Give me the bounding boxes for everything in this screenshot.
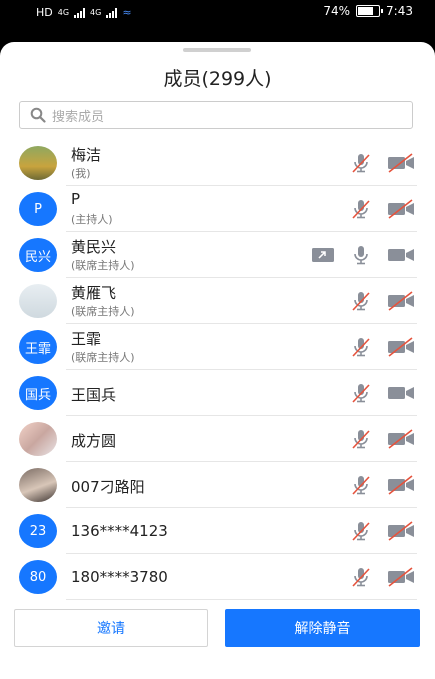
mic-muted-icon[interactable] (350, 474, 372, 500)
member-row[interactable]: P P (主持人) (0, 186, 435, 232)
camera-off-icon[interactable] (387, 198, 415, 224)
member-role: (主持人) (71, 213, 113, 226)
camera-off-icon[interactable] (387, 152, 415, 178)
member-name: 180****3780 (71, 568, 168, 586)
avatar (19, 468, 57, 502)
member-row[interactable]: 成方圆 (0, 416, 435, 462)
mic-icon[interactable] (350, 244, 372, 270)
search-icon (30, 107, 46, 123)
app-notification-icon: ≈ (122, 6, 132, 19)
member-row[interactable]: 007刁路阳 (0, 462, 435, 508)
status-left: HD 4G 4G ≈ (36, 6, 132, 19)
members-sheet: 成员(299人) 搜索成员 梅洁 (我) P P (主持人) 民兴 黄民兴 (联席主持人) 黄雁… (0, 42, 435, 679)
camera-icon[interactable] (387, 244, 415, 270)
mic-muted-icon[interactable] (350, 290, 372, 316)
signal-icon-2 (106, 7, 118, 18)
member-row[interactable]: 国兵 王国兵 (0, 370, 435, 416)
camera-off-icon[interactable] (387, 428, 415, 454)
clock: 7:43 (386, 4, 413, 18)
member-name: 成方圆 (71, 432, 117, 450)
camera-off-icon[interactable] (387, 290, 415, 316)
member-row[interactable]: 23 136****4123 (0, 508, 435, 554)
camera-off-icon[interactable] (387, 474, 415, 500)
member-list: 梅洁 (我) P P (主持人) 民兴 黄民兴 (联席主持人) 黄雁飞 (联席主持人) 王霏 王霏 (联… (0, 140, 435, 600)
member-name: 王国兵 (71, 386, 117, 404)
avatar: 民兴 (19, 238, 57, 272)
member-role: (联席主持人) (71, 259, 135, 272)
member-role: (我) (71, 167, 91, 180)
camera-off-icon[interactable] (387, 566, 415, 592)
member-name: 黄民兴 (71, 238, 117, 256)
battery-percent: 74% (323, 4, 351, 18)
member-role: (联席主持人) (71, 351, 135, 364)
avatar: 23 (19, 514, 57, 548)
status-bar: HD 4G 4G ≈ 74% 7:43 (0, 0, 435, 26)
mic-muted-icon[interactable] (350, 566, 372, 592)
avatar: 国兵 (19, 376, 57, 410)
hd-indicator: HD (36, 6, 53, 19)
battery-icon (356, 5, 384, 17)
page-title: 成员(299人) (163, 68, 272, 90)
row-divider (66, 599, 417, 600)
avatar (19, 422, 57, 456)
unmute-all-button[interactable]: 解除静音 (225, 609, 420, 647)
member-name: 黄雁飞 (71, 284, 117, 302)
screen-share-icon[interactable] (311, 244, 335, 270)
search-placeholder: 搜索成员 (52, 109, 105, 125)
member-name: 007刁路阳 (71, 478, 145, 496)
mic-muted-icon[interactable] (350, 520, 372, 546)
camera-off-icon[interactable] (387, 520, 415, 546)
member-row[interactable]: 80 180****3780 (0, 554, 435, 600)
signal-icon (74, 7, 86, 18)
member-row[interactable]: 王霏 王霏 (联席主持人) (0, 324, 435, 370)
status-right: 74% 7:43 (323, 4, 413, 18)
member-row[interactable]: 梅洁 (我) (0, 140, 435, 186)
avatar: 80 (19, 560, 57, 594)
mic-muted-icon[interactable] (350, 382, 372, 408)
member-name: 梅洁 (71, 146, 102, 164)
invite-button[interactable]: 邀请 (14, 609, 208, 647)
mic-muted-icon[interactable] (350, 198, 372, 224)
member-name: P (71, 190, 81, 208)
member-name: 王霏 (71, 330, 102, 348)
mic-muted-icon[interactable] (350, 152, 372, 178)
mic-muted-icon[interactable] (350, 428, 372, 454)
avatar (19, 284, 57, 318)
avatar (19, 146, 57, 180)
camera-icon[interactable] (387, 382, 415, 408)
avatar: 王霏 (19, 330, 57, 364)
member-row[interactable]: 黄雁飞 (联席主持人) (0, 278, 435, 324)
search-input[interactable]: 搜索成员 (19, 101, 413, 129)
avatar: P (19, 192, 57, 226)
network-4g-2: 4G (90, 8, 102, 17)
drag-handle[interactable] (183, 48, 251, 52)
member-role: (联席主持人) (71, 305, 135, 318)
member-row[interactable]: 民兴 黄民兴 (联席主持人) (0, 232, 435, 278)
member-name: 136****4123 (71, 522, 168, 540)
camera-off-icon[interactable] (387, 336, 415, 362)
network-4g-1: 4G (57, 8, 70, 17)
mic-muted-icon[interactable] (350, 336, 372, 362)
